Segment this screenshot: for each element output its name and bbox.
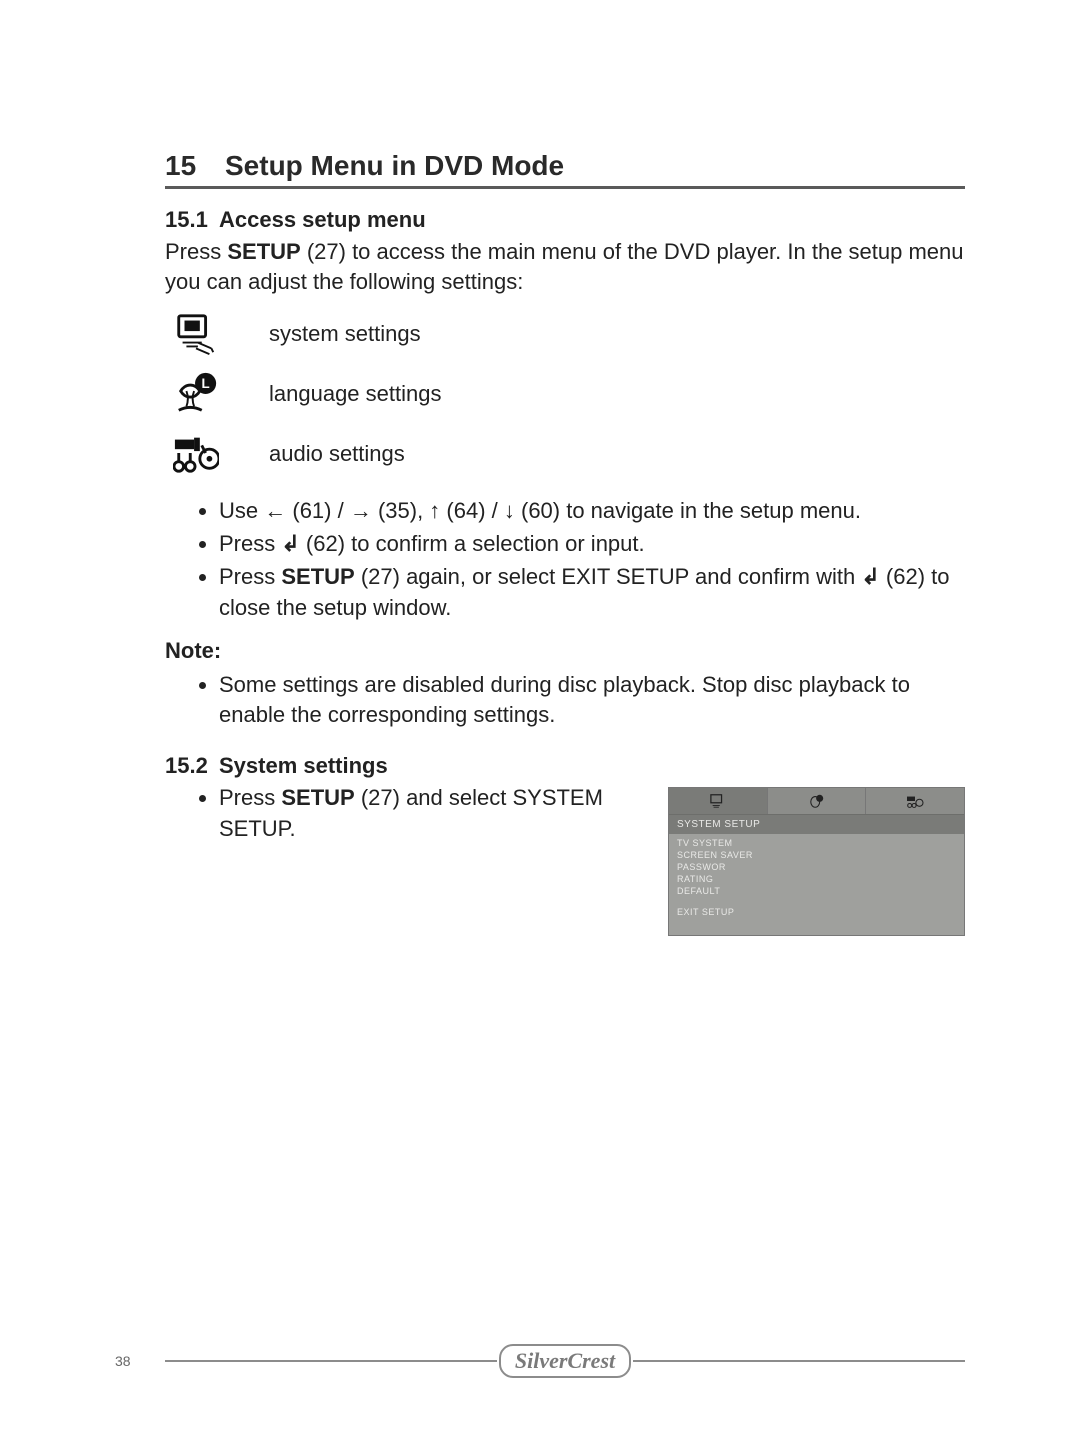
list-item: TV SYSTEM <box>677 837 956 849</box>
language-settings-icon: L <box>173 370 219 416</box>
list-item: audio settings <box>165 430 965 476</box>
list-item: L language settings <box>165 370 965 416</box>
list-item-label: system settings <box>269 319 421 349</box>
chapter-number: 15 <box>165 150 225 182</box>
screenshot-menu-items: TV SYSTEM SCREEN SAVER PASSWOR RATING DE… <box>669 834 964 899</box>
list-item: PASSWOR <box>677 861 956 873</box>
svg-text:L: L <box>201 377 209 392</box>
section-title: Access setup menu <box>219 207 426 232</box>
footer-rule <box>633 1360 965 1362</box>
screenshot-tab-bar <box>669 788 964 814</box>
intro-paragraph: Press SETUP (27) to access the main menu… <box>165 237 965 296</box>
instruction-list: Press SETUP (27) and select SYSTEM SETUP… <box>165 783 658 845</box>
right-arrow-icon: → <box>350 498 372 523</box>
list-item-label: language settings <box>269 379 441 409</box>
list-item: Press SETUP (27) and select SYSTEM SETUP… <box>219 783 658 845</box>
note-list: Some settings are disabled during disc p… <box>165 670 965 732</box>
left-arrow-icon: ← <box>264 498 286 523</box>
list-item: Press ↲ (62) to confirm a selection or i… <box>219 529 965 560</box>
instruction-list: Use ← (61) / → (35), ↑ (64) / ↓ (60) to … <box>165 496 965 623</box>
chapter-heading: 15 Setup Menu in DVD Mode <box>165 150 965 189</box>
list-item: RATING <box>677 873 956 885</box>
screenshot-exit-item: EXIT SETUP <box>669 899 964 935</box>
enter-icon: ↲ <box>281 531 299 556</box>
setup-menu-screenshot: SYSTEM SETUP TV SYSTEM SCREEN SAVER PASS… <box>668 787 965 936</box>
list-item-label: audio settings <box>269 439 405 469</box>
section-heading: 15.1Access setup menu <box>165 207 965 233</box>
chapter-title: Setup Menu in DVD Mode <box>225 150 564 182</box>
list-item: DEFAULT <box>677 885 956 897</box>
section-number: 15.2 <box>165 753 219 779</box>
screenshot-title: SYSTEM SETUP <box>669 814 964 834</box>
list-item: Use ← (61) / → (35), ↑ (64) / ↓ (60) to … <box>219 496 965 527</box>
down-arrow-icon: ↓ <box>504 498 515 523</box>
list-item: Some settings are disabled during disc p… <box>219 670 965 732</box>
section-heading: 15.2System settings <box>165 753 965 779</box>
system-settings-icon <box>173 310 219 356</box>
system-tab-icon <box>669 788 768 814</box>
section-number: 15.1 <box>165 207 219 233</box>
list-item: system settings <box>165 310 965 356</box>
page-footer: 38 SilverCrest <box>115 1344 965 1378</box>
footer-rule <box>165 1360 497 1362</box>
list-item: Press SETUP (27) again, or select EXIT S… <box>219 562 965 624</box>
language-tab-icon <box>768 788 867 814</box>
up-arrow-icon: ↑ <box>429 498 440 523</box>
section-title: System settings <box>219 753 388 778</box>
page-number: 38 <box>115 1353 165 1369</box>
brand-logo: SilverCrest <box>499 1344 631 1378</box>
settings-icon-list: system settings L language settings audi… <box>165 310 965 476</box>
enter-icon: ↲ <box>861 564 879 589</box>
audio-tab-icon <box>866 788 964 814</box>
audio-settings-icon <box>173 430 219 476</box>
note-label: Note: <box>165 638 965 664</box>
list-item: SCREEN SAVER <box>677 849 956 861</box>
